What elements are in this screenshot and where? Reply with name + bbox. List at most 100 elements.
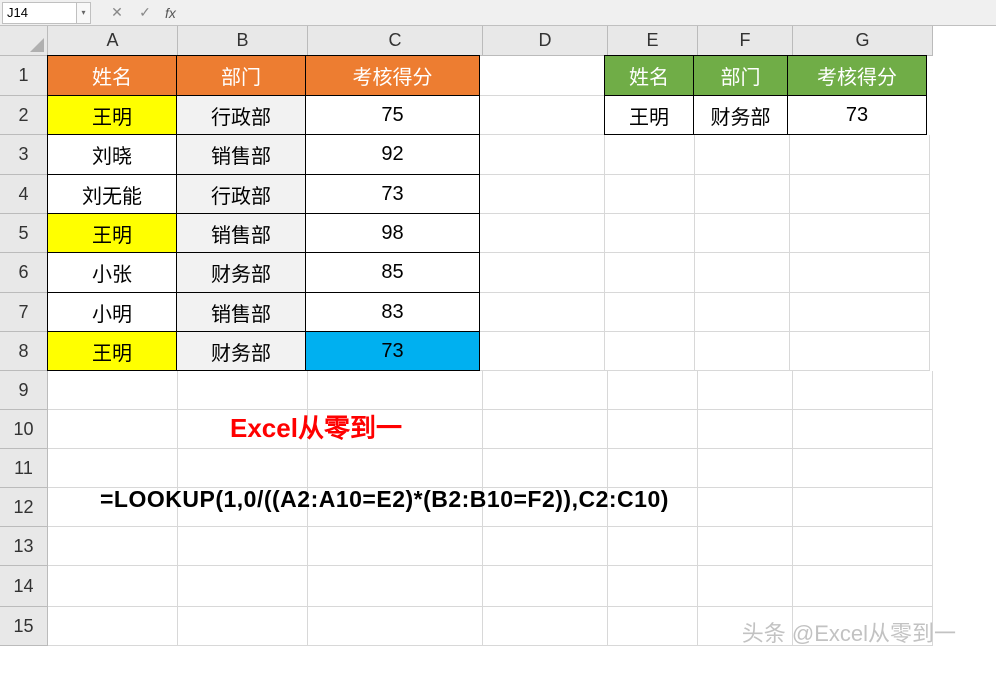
col-head-g[interactable]: G <box>793 26 933 56</box>
cell[interactable]: 王明 <box>47 95 177 135</box>
cell[interactable] <box>483 410 608 449</box>
col-head-d[interactable]: D <box>483 26 608 56</box>
row-head-11[interactable]: 11 <box>0 449 48 488</box>
cell[interactable]: 98 <box>305 213 480 253</box>
cell[interactable] <box>48 607 178 646</box>
cell[interactable] <box>48 371 178 410</box>
row-head-3[interactable]: 3 <box>0 135 48 175</box>
cell[interactable] <box>483 607 608 646</box>
cell[interactable] <box>793 566 933 607</box>
cell[interactable]: 85 <box>305 252 480 293</box>
accept-icon[interactable]: ✓ <box>137 4 153 21</box>
cell[interactable]: 部门 <box>693 55 788 96</box>
fx-icon[interactable]: fx <box>165 5 176 21</box>
row-head-12[interactable]: 12 <box>0 488 48 527</box>
cell[interactable] <box>480 96 605 135</box>
cell[interactable] <box>608 566 698 607</box>
cell[interactable]: 王明 <box>604 95 694 135</box>
cell[interactable]: 小明 <box>47 292 177 332</box>
cell[interactable] <box>608 410 698 449</box>
cell[interactable]: 小张 <box>47 252 177 293</box>
cell[interactable] <box>790 135 930 175</box>
cell[interactable] <box>790 253 930 293</box>
cell[interactable]: 73 <box>787 95 927 135</box>
cell[interactable] <box>793 488 933 527</box>
cell[interactable] <box>698 449 793 488</box>
cell[interactable] <box>605 214 695 253</box>
cell[interactable] <box>790 332 930 371</box>
cell[interactable] <box>605 332 695 371</box>
cell[interactable] <box>605 293 695 332</box>
cell[interactable]: 姓名 <box>604 55 694 96</box>
cell[interactable] <box>178 527 308 566</box>
cell[interactable] <box>48 410 178 449</box>
cell[interactable] <box>698 371 793 410</box>
cell[interactable] <box>178 371 308 410</box>
cell[interactable]: 销售部 <box>176 134 306 175</box>
cell[interactable]: 刘晓 <box>47 134 177 175</box>
cell[interactable] <box>793 410 933 449</box>
cell[interactable] <box>793 371 933 410</box>
cell[interactable] <box>698 488 793 527</box>
cell[interactable]: 财务部 <box>176 331 306 371</box>
row-head-14[interactable]: 14 <box>0 566 48 607</box>
row-head-2[interactable]: 2 <box>0 96 48 135</box>
name-box[interactable]: J14 <box>2 2 77 24</box>
cell[interactable] <box>48 566 178 607</box>
row-head-13[interactable]: 13 <box>0 527 48 566</box>
row-head-5[interactable]: 5 <box>0 214 48 253</box>
cell[interactable] <box>178 607 308 646</box>
cell[interactable] <box>793 449 933 488</box>
cell[interactable] <box>178 566 308 607</box>
row-head-4[interactable]: 4 <box>0 175 48 214</box>
cell[interactable]: 王明 <box>47 331 177 371</box>
col-head-f[interactable]: F <box>698 26 793 56</box>
cell[interactable] <box>480 56 605 96</box>
row-head-8[interactable]: 8 <box>0 332 48 371</box>
cell[interactable]: 销售部 <box>176 292 306 332</box>
cell[interactable]: 考核得分 <box>787 55 927 96</box>
cell[interactable] <box>480 214 605 253</box>
cell[interactable]: 销售部 <box>176 213 306 253</box>
cell[interactable] <box>608 527 698 566</box>
cell[interactable]: 刘无能 <box>47 174 177 214</box>
cell[interactable] <box>178 449 308 488</box>
cell[interactable]: 73 <box>305 331 480 371</box>
row-head-15[interactable]: 15 <box>0 607 48 646</box>
cell[interactable] <box>698 410 793 449</box>
row-head-7[interactable]: 7 <box>0 293 48 332</box>
cell[interactable] <box>790 175 930 214</box>
name-box-dropdown[interactable]: ▾ <box>77 2 91 24</box>
cell[interactable]: 行政部 <box>176 174 306 214</box>
cancel-icon[interactable]: ✕ <box>109 4 125 21</box>
cell[interactable]: 92 <box>305 134 480 175</box>
row-head-9[interactable]: 9 <box>0 371 48 410</box>
cell[interactable]: 王明 <box>47 213 177 253</box>
cell[interactable] <box>608 607 698 646</box>
cell[interactable] <box>695 253 790 293</box>
cell[interactable] <box>308 527 483 566</box>
cell[interactable] <box>608 449 698 488</box>
cell[interactable] <box>308 566 483 607</box>
cell[interactable]: 部门 <box>176 55 306 96</box>
row-head-10[interactable]: 10 <box>0 410 48 449</box>
cell[interactable]: 财务部 <box>693 95 788 135</box>
cell[interactable] <box>698 527 793 566</box>
col-head-a[interactable]: A <box>48 26 178 56</box>
cell[interactable] <box>695 175 790 214</box>
cell[interactable] <box>308 449 483 488</box>
cell[interactable] <box>483 527 608 566</box>
cell[interactable] <box>695 214 790 253</box>
cell[interactable] <box>790 214 930 253</box>
col-head-c[interactable]: C <box>308 26 483 56</box>
cell[interactable]: 73 <box>305 174 480 214</box>
cell[interactable] <box>695 332 790 371</box>
cell[interactable] <box>483 566 608 607</box>
cell[interactable] <box>308 607 483 646</box>
cell[interactable]: 行政部 <box>176 95 306 135</box>
cell[interactable]: 财务部 <box>176 252 306 293</box>
cell[interactable] <box>308 371 483 410</box>
col-head-e[interactable]: E <box>608 26 698 56</box>
cell[interactable]: 姓名 <box>47 55 177 96</box>
cell[interactable] <box>790 293 930 332</box>
